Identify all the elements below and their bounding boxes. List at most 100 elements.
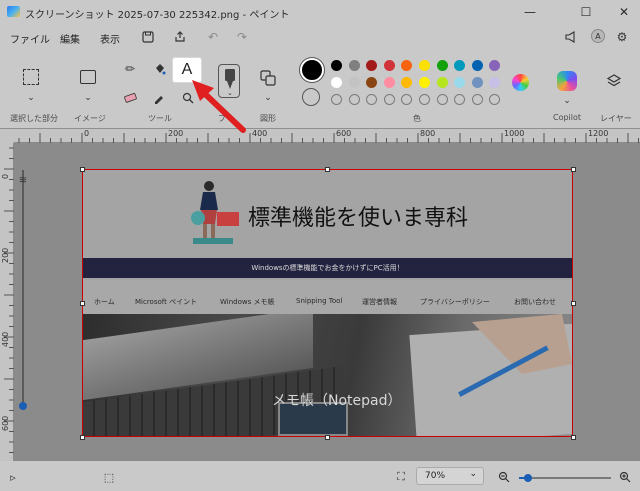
color-swatch[interactable]: [436, 77, 448, 88]
site-nav-item: 運営者情報: [362, 298, 397, 306]
ruler-label: 200: [1, 247, 10, 263]
undo-icon[interactable]: ↶: [205, 29, 221, 45]
color-swatch[interactable]: [383, 60, 395, 71]
copilot-icon[interactable]: [557, 71, 577, 91]
color-swatch[interactable]: [348, 77, 360, 88]
group-label-selection: 選択した部分: [10, 114, 58, 123]
selection-rectangle-icon[interactable]: [23, 69, 39, 85]
empty-color-slot[interactable]: [383, 94, 395, 105]
resize-handle[interactable]: [571, 301, 576, 306]
selection-size-icon: ⬚: [103, 470, 115, 484]
minimize-button[interactable]: —: [508, 0, 552, 24]
color-swatch[interactable]: [331, 77, 342, 88]
ruler-label: 1000: [504, 129, 525, 138]
chevron-down-icon[interactable]: ⌄: [22, 89, 40, 107]
resize-handle[interactable]: [571, 435, 576, 440]
site-nav-item: Snipping Tool: [296, 297, 343, 305]
chevron-down-icon[interactable]: ⌄: [558, 92, 576, 110]
text-tool-button[interactable]: A: [172, 57, 202, 83]
cursor-position-icon: ▹: [10, 470, 16, 484]
zoom-in-icon[interactable]: [618, 470, 632, 484]
image-icon[interactable]: [80, 70, 96, 84]
edit-colors-icon[interactable]: [512, 74, 529, 91]
group-label-image: イメージ: [74, 114, 106, 123]
resize-handle[interactable]: [80, 301, 85, 306]
eraser-icon[interactable]: [121, 89, 139, 107]
empty-color-slot[interactable]: [331, 94, 342, 105]
share-icon[interactable]: [172, 29, 188, 45]
secondary-color-swatch[interactable]: [302, 88, 320, 106]
magnifier-icon[interactable]: [179, 89, 197, 107]
color-swatch[interactable]: [383, 77, 395, 88]
chevron-down-icon[interactable]: ⌄: [79, 89, 97, 107]
menu-edit[interactable]: 編集: [60, 31, 80, 46]
site-nav-item: Microsoft ペイント: [135, 298, 198, 306]
menu-view[interactable]: 表示: [100, 31, 120, 46]
color-swatch[interactable]: [331, 60, 342, 71]
zoom-dropdown[interactable]: 70% ⌄: [416, 467, 484, 485]
group-label-layers: レイヤー: [600, 114, 632, 123]
resize-handle[interactable]: [571, 167, 576, 172]
ruler-label: 0: [1, 173, 10, 179]
site-banner-text: Windowsの標準機能でお金をかけずにPC活用！: [251, 264, 404, 272]
vertical-zoom-track[interactable]: [22, 170, 24, 410]
empty-color-slot[interactable]: [348, 94, 360, 105]
menu-bar: ファイル 編集 表示 ↶ ↷ ⚙: [0, 24, 640, 50]
ruler-corner: [0, 129, 14, 143]
horizontal-ruler: [14, 129, 640, 143]
color-picker-icon[interactable]: [150, 89, 168, 107]
hero-title: メモ帳（Notepad）: [272, 393, 402, 409]
save-icon[interactable]: [140, 29, 156, 45]
hand-with-pen: [458, 314, 572, 397]
ruler-label: 400: [252, 129, 268, 138]
resize-handle[interactable]: [80, 167, 85, 172]
empty-color-slot[interactable]: [471, 94, 483, 105]
feedback-icon[interactable]: [563, 29, 579, 45]
site-logo-illustration: [189, 180, 241, 246]
site-nav-item: ホーム: [94, 298, 115, 306]
empty-color-slot[interactable]: [436, 94, 448, 105]
empty-color-slot[interactable]: [419, 94, 430, 105]
ruler-label: 800: [420, 129, 436, 138]
svg-text:⌄: ⌄: [227, 89, 233, 97]
color-swatch[interactable]: [471, 60, 483, 71]
color-swatch[interactable]: [419, 77, 430, 88]
resize-handle[interactable]: [80, 435, 85, 440]
close-button[interactable]: ✕: [602, 0, 640, 24]
brushes-button[interactable]: ⌄: [218, 64, 240, 98]
site-nav-item: お問い合わせ: [514, 298, 556, 306]
vertical-ruler: [0, 143, 14, 461]
settings-gear-icon[interactable]: ⚙: [614, 29, 630, 45]
site-nav-item: プライバシーポリシー: [420, 298, 490, 306]
fill-bucket-icon[interactable]: [150, 60, 168, 78]
shapes-icon[interactable]: [260, 70, 276, 86]
chevron-down-icon[interactable]: ⌄: [259, 89, 277, 107]
zoom-slider-track[interactable]: [519, 477, 611, 479]
fit-to-window-icon[interactable]: ⛶: [394, 470, 408, 484]
status-bar: [0, 461, 640, 491]
layers-icon[interactable]: [606, 73, 622, 89]
redo-icon[interactable]: ↷: [234, 29, 250, 45]
ruler-label: 600: [1, 415, 10, 431]
primary-color-swatch[interactable]: [300, 58, 324, 82]
chevron-down-icon: ⌄: [469, 469, 477, 479]
color-swatch[interactable]: [419, 60, 430, 71]
color-swatch[interactable]: [471, 77, 483, 88]
group-label-brushes: ブ: [218, 114, 226, 123]
ruler-label: 1200: [588, 129, 609, 138]
menu-file[interactable]: ファイル: [10, 31, 50, 46]
ruler-label: 0: [84, 129, 90, 138]
ruler-label: 400: [1, 331, 10, 347]
group-label-copilot: Copilot: [553, 113, 582, 122]
group-label-shapes: 図形: [260, 114, 276, 123]
pencil-icon[interactable]: ✏: [121, 60, 139, 78]
vertical-slider-grip-icon: ≋: [18, 174, 28, 186]
zoom-out-icon[interactable]: [497, 470, 511, 484]
color-swatch[interactable]: [436, 60, 448, 71]
vertical-zoom-thumb[interactable]: [19, 402, 27, 410]
zoom-value: 70%: [425, 471, 446, 481]
color-swatch[interactable]: [348, 60, 360, 71]
resize-handle[interactable]: [325, 435, 330, 440]
resize-handle[interactable]: [325, 167, 330, 172]
account-avatar[interactable]: A: [591, 29, 605, 43]
